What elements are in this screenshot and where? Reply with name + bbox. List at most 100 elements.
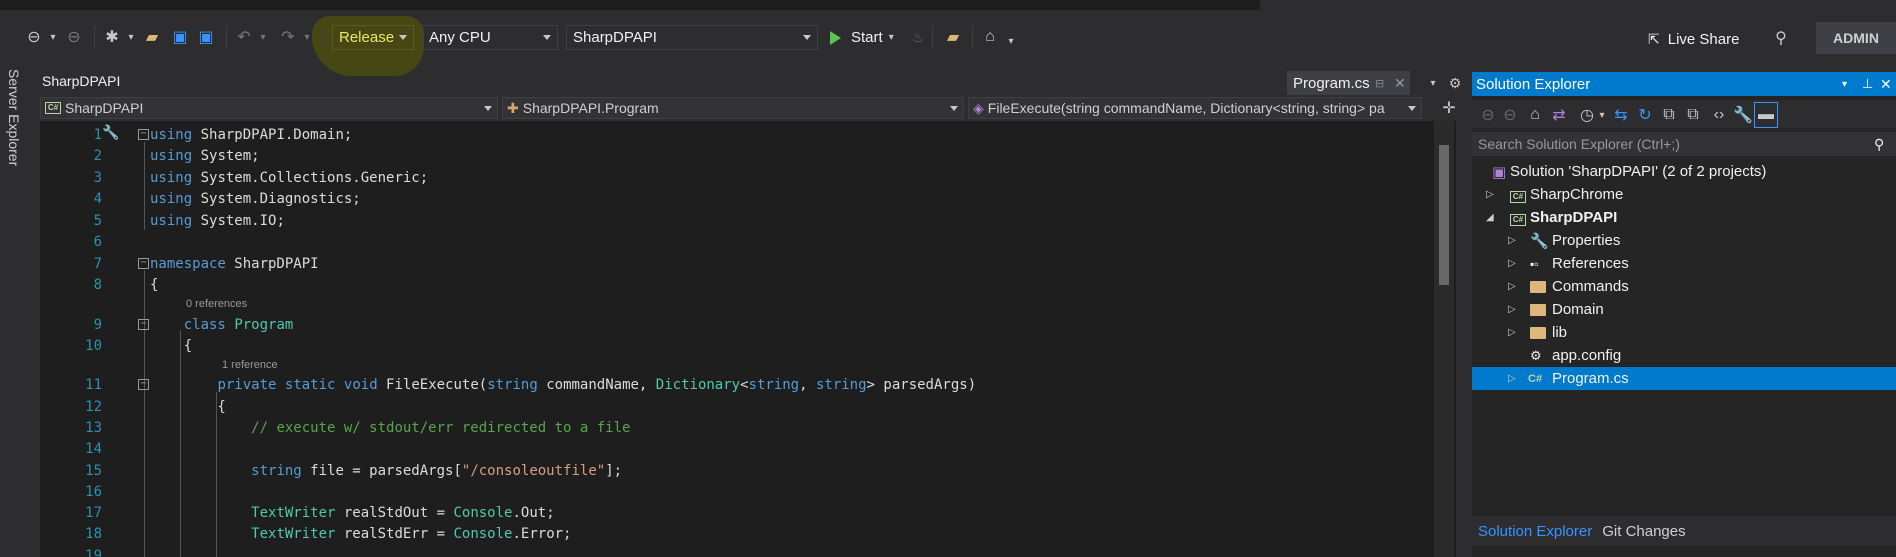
tree-item-domain[interactable]: ▷ Domain bbox=[1472, 298, 1896, 321]
codelens-references[interactable]: 1 reference bbox=[222, 359, 278, 371]
live-share-button[interactable]: ⇱ Live Share bbox=[1648, 26, 1739, 52]
pin-icon[interactable]: ⊥ bbox=[1862, 76, 1873, 92]
share-icon: ⇱ bbox=[1648, 30, 1660, 47]
redo-icon[interactable]: ↷ bbox=[276, 24, 300, 50]
line-number: 11 bbox=[85, 377, 102, 393]
pending-changes-icon[interactable]: ◷ bbox=[1576, 102, 1598, 128]
tree-item-sharpdpapi[interactable]: ◢ C# SharpDPAPI bbox=[1472, 206, 1896, 229]
server-explorer-tab[interactable]: Server Explorer bbox=[6, 69, 22, 166]
expand-icon[interactable]: ▷ bbox=[1508, 373, 1516, 384]
tab-solution-explorer[interactable]: Solution Explorer bbox=[1472, 523, 1602, 540]
startup-project-combo[interactable]: SharpDPAPI bbox=[566, 25, 818, 50]
sync-icon[interactable]: ⇆ bbox=[1610, 102, 1632, 128]
switch-views-icon[interactable]: ⇄ bbox=[1548, 102, 1570, 128]
split-window-icon[interactable]: ✛ bbox=[1438, 96, 1460, 120]
tree-item-label: Solution 'SharpDPAPI' (2 of 2 projects) bbox=[1510, 163, 1767, 180]
code-editor[interactable] bbox=[40, 121, 1456, 557]
type-nav-combo[interactable]: ✚ SharpDPAPI.Program bbox=[502, 97, 964, 119]
back-icon[interactable]: ⊖ bbox=[1478, 102, 1498, 128]
view-code-icon[interactable]: ‹› bbox=[1708, 102, 1730, 128]
hot-reload-icon[interactable]: ♨ bbox=[908, 24, 928, 50]
member-nav-combo[interactable]: ◈ FileExecute(string commandName, Dictio… bbox=[968, 97, 1422, 119]
tree-item-sharpchrome[interactable]: ▷ C# SharpChrome bbox=[1472, 183, 1896, 206]
tab-list-dropdown-icon[interactable]: ▾ bbox=[1424, 71, 1442, 95]
codelens-references[interactable]: 0 references bbox=[186, 298, 247, 310]
fold-toggle[interactable]: − bbox=[138, 379, 149, 390]
main-toolbar: ⊖ ▾ ⊖ ✱ ▾ ▰ ▣ ▣ ↶ ▾ ↷ ▾ Release Any CPU … bbox=[0, 12, 1896, 76]
chevron-down-icon bbox=[1408, 106, 1416, 111]
show-all-files-icon[interactable]: ⧉ bbox=[1682, 102, 1704, 128]
project-nav-combo[interactable]: C# SharpDPAPI bbox=[40, 97, 498, 119]
expand-icon[interactable]: ▷ bbox=[1508, 235, 1516, 246]
project-nav-value: SharpDPAPI bbox=[65, 100, 144, 116]
chevron-down-icon[interactable]: ▾ bbox=[1596, 102, 1608, 128]
new-project-icon[interactable]: ✱ bbox=[100, 24, 124, 50]
expand-icon[interactable]: ▷ bbox=[1508, 304, 1516, 315]
expand-icon[interactable]: ▷ bbox=[1508, 281, 1516, 292]
properties-icon[interactable]: 🔧 bbox=[1732, 102, 1754, 128]
back-icon[interactable]: ⊖ bbox=[22, 24, 46, 50]
forward-icon[interactable]: ⊖ bbox=[1500, 102, 1520, 128]
code-line-11: private static void FileExecute(string c… bbox=[217, 377, 977, 393]
tree-item-commands[interactable]: ▷ Commands bbox=[1472, 275, 1896, 298]
tree-item-label: Properties bbox=[1552, 232, 1621, 249]
chevron-down-icon[interactable]: ▾ bbox=[889, 32, 894, 43]
feedback-icon[interactable]: ⚲ bbox=[1768, 25, 1794, 51]
refresh-icon[interactable]: ↻ bbox=[1634, 102, 1656, 128]
editor-vertical-scrollbar[interactable] bbox=[1434, 121, 1454, 557]
tree-item-solution[interactable]: ▣ Solution 'SharpDPAPI' (2 of 2 projects… bbox=[1472, 160, 1896, 183]
tab-git-changes[interactable]: Git Changes bbox=[1602, 523, 1685, 540]
quick-actions-icon[interactable]: 🔧 bbox=[100, 122, 122, 142]
csharp-project-icon: C# bbox=[1510, 191, 1526, 203]
undo-dropdown-icon[interactable]: ▾ bbox=[256, 24, 270, 50]
preview-selected-icon[interactable]: ▬ bbox=[1754, 102, 1778, 128]
tree-item-program-cs[interactable]: ▷ C# Program.cs bbox=[1472, 367, 1896, 390]
code-line-3: using System.Collections.Generic; bbox=[150, 170, 429, 186]
collapse-icon[interactable]: ◢ bbox=[1486, 212, 1494, 223]
window-menu-icon[interactable]: ▾ bbox=[1842, 79, 1847, 90]
expand-icon[interactable]: ▷ bbox=[1486, 189, 1494, 200]
tree-item-properties[interactable]: ▷ 🔧 Properties bbox=[1472, 229, 1896, 252]
configuration-combo[interactable]: Release bbox=[332, 25, 414, 50]
start-button[interactable]: Start ▾ bbox=[830, 25, 894, 50]
pin-icon[interactable]: ⊟ bbox=[1375, 77, 1384, 90]
document-tab-program[interactable]: Program.cs ⊟ ✕ bbox=[1287, 71, 1410, 95]
chevron-down-icon bbox=[543, 35, 551, 40]
undo-icon[interactable]: ↶ bbox=[232, 24, 256, 50]
expand-icon[interactable]: ▷ bbox=[1508, 258, 1516, 269]
user-account-button[interactable]: ADMIN bbox=[1816, 22, 1896, 54]
line-number: 15 bbox=[85, 463, 102, 479]
line-number: 12 bbox=[85, 399, 102, 415]
forward-icon[interactable]: ⊖ bbox=[62, 24, 86, 50]
open-folder-icon[interactable]: ▰ bbox=[140, 24, 164, 50]
line-number: 8 bbox=[93, 277, 102, 293]
gear-icon[interactable]: ⚙ bbox=[1446, 71, 1464, 95]
expand-icon[interactable]: ▷ bbox=[1508, 327, 1516, 338]
tree-item-references[interactable]: ▷ ▪▫ References bbox=[1472, 252, 1896, 275]
save-all-icon[interactable]: ▣ bbox=[194, 24, 218, 50]
toolbar-overflow-icon[interactable]: ▾ bbox=[1004, 28, 1018, 54]
new-dropdown-icon[interactable]: ▾ bbox=[124, 24, 138, 50]
redo-dropdown-icon[interactable]: ▾ bbox=[300, 24, 314, 50]
fold-toggle[interactable]: − bbox=[138, 319, 149, 330]
browser-link-icon[interactable]: ⌂ bbox=[978, 24, 1002, 50]
close-icon[interactable]: ✕ bbox=[1394, 75, 1406, 92]
find-in-files-icon[interactable]: ▰ bbox=[940, 24, 966, 50]
scrollbar-thumb[interactable] bbox=[1439, 145, 1449, 285]
fold-toggle[interactable]: − bbox=[138, 258, 149, 269]
home-icon[interactable]: ⌂ bbox=[1524, 102, 1546, 128]
tree-item-lib[interactable]: ▷ lib bbox=[1472, 321, 1896, 344]
collapse-all-icon[interactable]: ⧉ bbox=[1658, 102, 1680, 128]
solution-explorer-search[interactable]: Search Solution Explorer (Ctrl+;) ⚲ bbox=[1472, 132, 1896, 156]
save-icon[interactable]: ▣ bbox=[168, 24, 192, 50]
separator bbox=[322, 26, 323, 48]
platform-combo[interactable]: Any CPU bbox=[422, 25, 558, 50]
tree-item-app-config[interactable]: ⚙ app.config bbox=[1472, 344, 1896, 367]
search-icon[interactable]: ⚲ bbox=[1874, 136, 1884, 153]
line-number: 19 bbox=[85, 548, 102, 557]
close-icon[interactable]: ✕ bbox=[1880, 76, 1892, 93]
tree-item-label: Program.cs bbox=[1552, 370, 1629, 387]
fold-toggle[interactable]: − bbox=[138, 129, 149, 140]
back-dropdown-icon[interactable]: ▾ bbox=[46, 24, 60, 50]
